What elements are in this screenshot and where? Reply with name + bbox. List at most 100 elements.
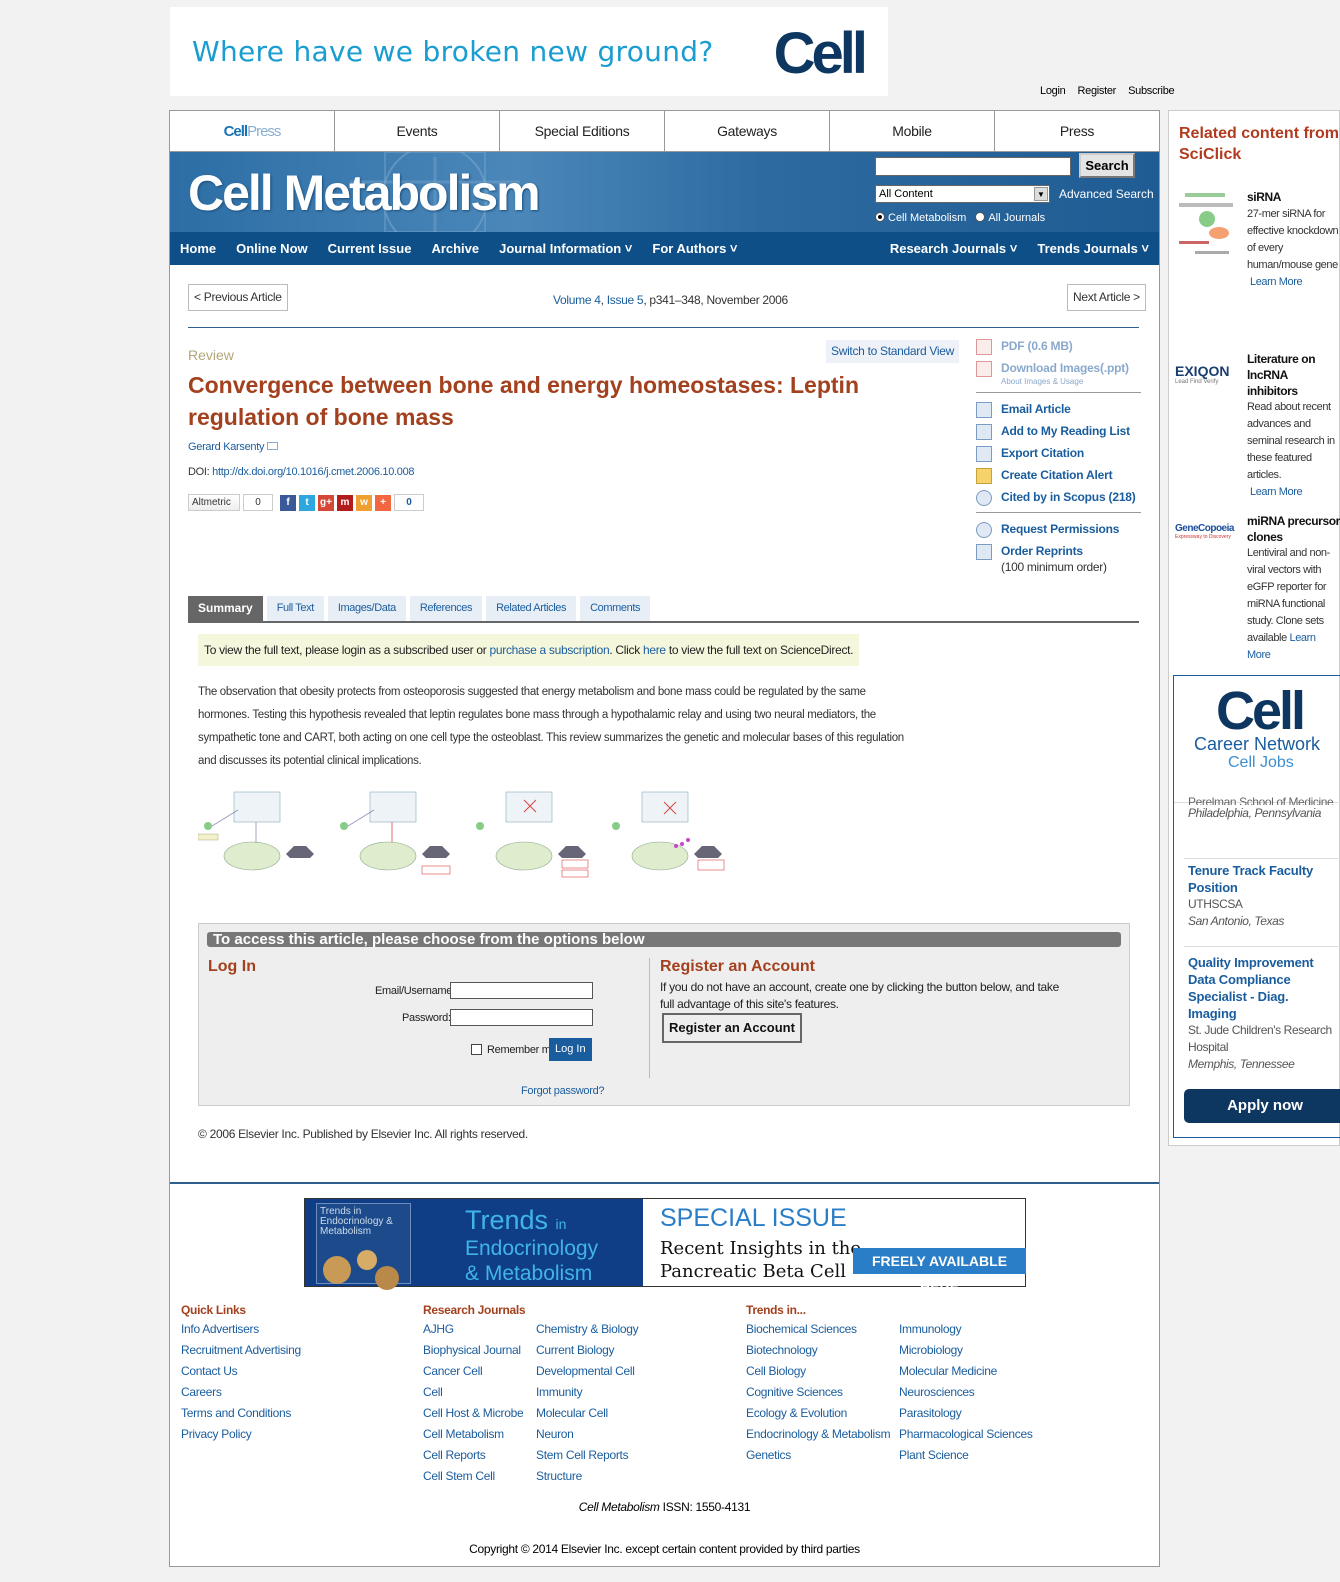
learn-more-link[interactable]: Learn More [1247, 484, 1340, 501]
previous-article-button[interactable]: < Previous Article [188, 284, 288, 311]
footer-link[interactable]: Contact Us [181, 1361, 301, 1382]
nav-mobile[interactable]: Mobile [830, 111, 995, 152]
tab-comments[interactable]: Comments [580, 596, 651, 621]
sciencedirect-here-link[interactable]: here [643, 643, 666, 657]
google-plus-icon[interactable]: g+ [318, 494, 334, 511]
figure-thumbnail[interactable] [606, 786, 728, 878]
footer-link[interactable]: Stem Cell Reports [536, 1445, 638, 1466]
footer-link[interactable]: Molecular Medicine [899, 1361, 1033, 1382]
footer-link[interactable]: Biotechnology [746, 1340, 890, 1361]
footer-link[interactable]: AJHG [423, 1319, 525, 1340]
altmetric-badge[interactable]: Altmetric [188, 494, 240, 511]
nav-for-authors[interactable]: For Authors ˅ [652, 241, 737, 256]
footer-link[interactable]: Cell [423, 1382, 525, 1403]
nav-trends-journals[interactable]: Trends Journals ˅ [1037, 241, 1149, 256]
facebook-icon[interactable]: f [280, 494, 296, 511]
search-input[interactable] [875, 157, 1071, 176]
footer-link[interactable]: Cell Stem Cell [423, 1466, 525, 1487]
job-listing[interactable]: Tenure Track Faculty Position UTHSCSA San … [1188, 862, 1338, 930]
footer-link[interactable]: Genetics [746, 1445, 890, 1466]
learn-more-link[interactable]: Learn More [1247, 274, 1340, 291]
footer-link[interactable]: Cell Host & Microbe [423, 1403, 525, 1424]
career-network-widget[interactable]: Cell Career Network Cell Jobs Perelman S… [1173, 675, 1340, 1138]
purchase-subscription-link[interactable]: purchase a subscription [490, 643, 610, 657]
radio-cell-metabolism[interactable] [875, 212, 885, 222]
job-listing[interactable]: Quality Improvement Data Compliance Spec… [1188, 954, 1338, 1073]
login-button[interactable]: Log In [549, 1038, 592, 1061]
order-reprints-link[interactable]: Order Reprints [976, 544, 1141, 560]
login-link[interactable]: Login [1040, 85, 1066, 97]
footer-link[interactable]: Cell Metabolism [423, 1424, 525, 1445]
footer-link[interactable]: Structure [536, 1466, 638, 1487]
nav-press[interactable]: Press [995, 111, 1159, 152]
doi-link[interactable]: http://dx.doi.org/10.1016/j.cmet.2006.10… [212, 466, 414, 478]
cellpress-logo[interactable]: Cell Press [170, 111, 335, 152]
nav-home[interactable]: Home [180, 241, 216, 256]
footer-link[interactable]: Immunology [899, 1319, 1033, 1340]
volume-link[interactable]: Volume 4 [553, 293, 601, 307]
footer-link[interactable]: Pharmacological Sciences [899, 1424, 1033, 1445]
email-envelope-icon[interactable] [266, 442, 278, 450]
tab-related-articles[interactable]: Related Articles [486, 596, 577, 621]
top-advertisement-banner[interactable]: Where have we broken new ground? Cell [170, 7, 888, 96]
cited-by-scopus-link[interactable]: Cited by in Scopus (218) [976, 490, 1141, 506]
figure-thumbnail[interactable] [470, 786, 592, 878]
nav-online-now[interactable]: Online Now [236, 241, 308, 256]
forgot-password-link[interactable]: Forgot password? [521, 1085, 605, 1097]
journal-title[interactable]: Cell Metabolism [188, 164, 541, 222]
job-title[interactable]: Quality Improvement Data Compliance Spec… [1188, 954, 1338, 1022]
related-item-title[interactable]: siRNA [1247, 189, 1340, 206]
search-button[interactable]: Search [1079, 153, 1135, 178]
tab-summary[interactable]: Summary [188, 596, 263, 621]
footer-link[interactable]: Info Advertisers [181, 1319, 301, 1340]
footer-link[interactable]: Biochemical Sciences [746, 1319, 890, 1340]
footer-link[interactable]: Endocrinology & Metabolism [746, 1424, 891, 1445]
register-link[interactable]: Register [1077, 85, 1116, 97]
footer-link[interactable]: Current Biology [536, 1340, 638, 1361]
nav-special-editions[interactable]: Special Editions [500, 111, 665, 152]
job-listing[interactable]: Perelman School of Medicine Philadelphia,… [1188, 797, 1338, 822]
figure-thumbnail[interactable] [198, 786, 320, 878]
register-account-button[interactable]: Register an Account [662, 1013, 802, 1043]
footer-link[interactable]: Cancer Cell [423, 1361, 525, 1382]
footer-link[interactable]: Privacy Policy [181, 1424, 301, 1445]
twitter-icon[interactable]: t [299, 494, 315, 511]
weibo-icon[interactable]: w [356, 494, 372, 511]
nav-events[interactable]: Events [335, 111, 500, 152]
mendeley-icon[interactable]: m [337, 494, 353, 511]
footer-link[interactable]: Developmental Cell [536, 1361, 638, 1382]
nav-journal-information[interactable]: Journal Information ˅ [499, 241, 632, 256]
footer-link[interactable]: Molecular Cell [536, 1403, 638, 1424]
password-field[interactable] [450, 1009, 593, 1026]
article-author[interactable]: Gerard Karsenty [188, 441, 278, 453]
subscribe-link[interactable]: Subscribe [1128, 85, 1175, 97]
addthis-icon[interactable]: + [375, 494, 391, 511]
freely-available-button[interactable]: FREELY AVAILABLE HERE [853, 1248, 1026, 1295]
nav-current-issue[interactable]: Current Issue [328, 241, 412, 256]
tab-references[interactable]: References [409, 596, 483, 621]
pdf-link[interactable]: PDF (0.6 MB) [976, 339, 1141, 355]
citation-alert-link[interactable]: Create Citation Alert [976, 468, 1141, 484]
footer-link[interactable]: Chemistry & Biology [536, 1319, 639, 1340]
switch-view-button[interactable]: Switch to Standard View [826, 340, 959, 363]
reading-list-link[interactable]: Add to My Reading List [976, 424, 1141, 440]
request-permissions-link[interactable]: Request Permissions [976, 522, 1141, 538]
figure-thumbnail[interactable] [334, 786, 456, 878]
related-item-title[interactable]: miRNA precursor clones [1247, 513, 1340, 545]
nav-archive[interactable]: Archive [431, 241, 479, 256]
about-images-link[interactable]: About Images & Usage [976, 377, 1141, 386]
next-article-button[interactable]: Next Article > [1067, 284, 1146, 311]
nav-gateways[interactable]: Gateways [665, 111, 830, 152]
footer-link[interactable]: Plant Science [899, 1445, 1033, 1466]
export-citation-link[interactable]: Export Citation [976, 446, 1141, 462]
email-article-link[interactable]: Email Article [976, 402, 1141, 418]
footer-link[interactable]: Neuron [536, 1424, 638, 1445]
download-images-link[interactable]: Download Images(.ppt) [976, 361, 1141, 377]
related-item-title[interactable]: Literature on lncRNA inhibitors [1247, 351, 1340, 399]
footer-link[interactable]: Ecology & Evolution [746, 1403, 890, 1424]
footer-link[interactable]: Cell Reports [423, 1445, 525, 1466]
footer-link[interactable]: Careers [181, 1382, 301, 1403]
advanced-search-link[interactable]: Advanced Search [1059, 187, 1154, 201]
footer-link[interactable]: Recruitment Advertising [181, 1340, 301, 1361]
footer-link[interactable]: Biophysical Journal [423, 1340, 525, 1361]
